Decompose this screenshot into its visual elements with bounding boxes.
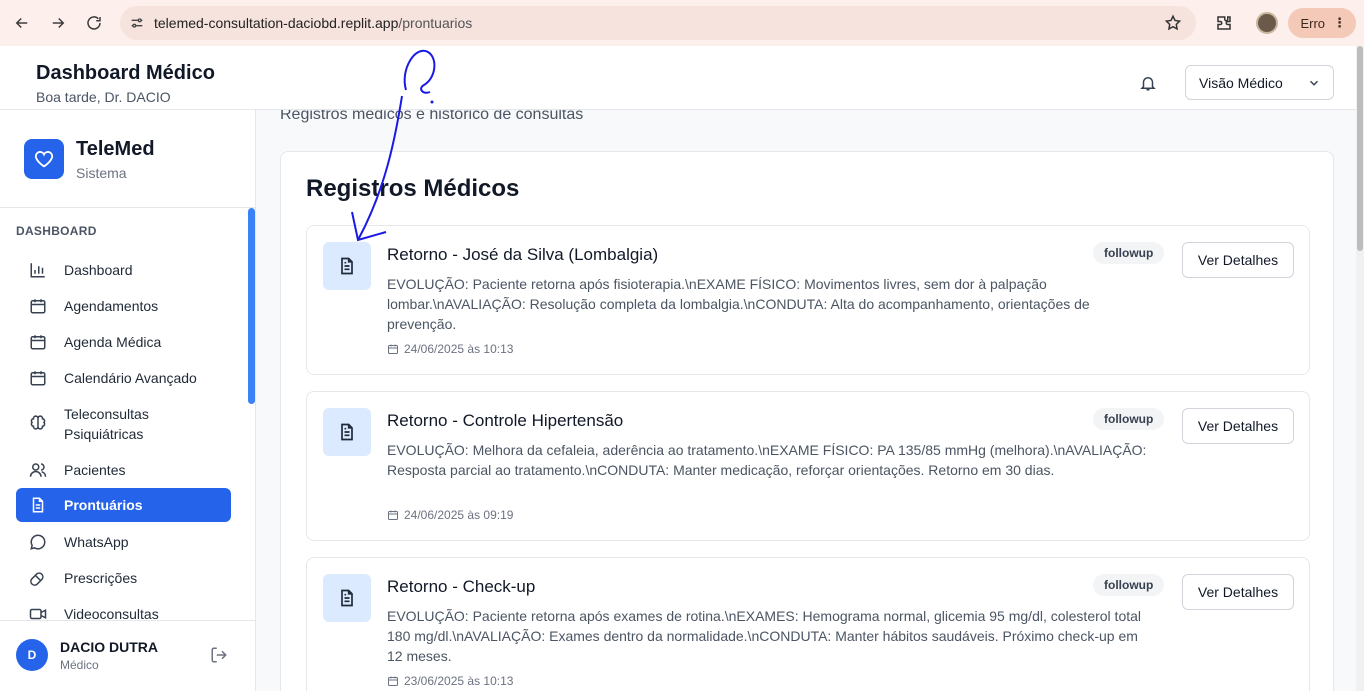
record-title: Retorno - José da Silva (Lombalgia) — [387, 245, 659, 264]
site-settings-icon[interactable] — [120, 15, 154, 31]
record-date-text: 24/06/2025 às 10:13 — [404, 342, 514, 356]
nav-section-label: DASHBOARD — [16, 224, 97, 238]
record-title: Retorno - Check-up — [387, 577, 536, 596]
record-date: 24/06/2025 às 10:13 — [387, 342, 513, 356]
sidebar-item-prontuarios[interactable]: Prontuários — [16, 488, 231, 522]
status-badge: followup — [1093, 242, 1165, 264]
record-description: EVOLUÇÃO: Paciente retorna após exames d… — [387, 608, 1142, 664]
profile-error-button[interactable]: Erro ⋮ — [1288, 8, 1356, 38]
record-item: Retorno - José da Silva (Lombalgia) EVOL… — [306, 225, 1310, 375]
sidebar-item-label: Agendamentos — [64, 298, 159, 314]
view-details-button[interactable]: Ver Detalhes — [1182, 242, 1294, 278]
document-icon — [323, 242, 371, 290]
back-icon[interactable] — [4, 5, 40, 41]
extensions-icon[interactable] — [1206, 14, 1242, 32]
app-header-overlay: Dashboard Médico Boa tarde, Dr. DACIO Vi… — [0, 46, 1356, 110]
document-icon — [323, 408, 371, 456]
sidebar-scrollbar[interactable] — [248, 208, 255, 404]
view-select[interactable]: Visão Médico — [1185, 65, 1334, 100]
reload-icon[interactable] — [76, 5, 112, 41]
calendar-icon — [387, 343, 399, 355]
brain-icon — [28, 414, 48, 434]
avatar: D — [16, 639, 48, 671]
sidebar-item-label: Prescrições — [64, 570, 138, 586]
record-date: 24/06/2025 às 09:19 — [387, 508, 513, 522]
file-icon — [28, 495, 48, 515]
sidebar-item-agenda-medica[interactable]: Agenda Médica — [16, 325, 231, 359]
user-role: Médico — [60, 658, 99, 672]
record-date-text: 23/06/2025 às 10:13 — [404, 674, 514, 688]
sidebar: TeleMed Sistema DASHBOARD Dashboard Agen… — [0, 110, 256, 691]
record-item: Retorno - Controle Hipertensão EVOLUÇÃO:… — [306, 391, 1310, 541]
url-text: telemed-consultation-daciobd.replit.app/… — [154, 15, 473, 31]
sidebar-item-prescricoes[interactable]: Prescrições — [16, 561, 231, 595]
profile-avatar[interactable] — [1256, 12, 1279, 34]
brand-name: TeleMed — [76, 138, 155, 160]
sidebar-item-label: Pacientes — [64, 462, 126, 478]
sidebar-item-label: WhatsApp — [64, 534, 129, 550]
user-box: D DACIO DUTRA Médico — [0, 620, 255, 691]
page-scrollbar[interactable] — [1356, 46, 1364, 691]
menu-dots-icon: ⋮ — [1333, 15, 1346, 30]
view-details-button[interactable]: Ver Detalhes — [1182, 408, 1294, 444]
status-badge: followup — [1093, 408, 1165, 430]
calendar-icon — [28, 368, 48, 388]
status-badge: followup — [1093, 574, 1165, 596]
sidebar-item-dashboard[interactable]: Dashboard — [16, 253, 231, 287]
browser-toolbar: telemed-consultation-daciobd.replit.app/… — [0, 0, 1364, 46]
record-description: EVOLUÇÃO: Paciente retorna após fisioter… — [387, 276, 1090, 332]
sidebar-item-label: Prontuários — [64, 497, 143, 513]
records-card: Registros Médicos Retorno - José da Silv… — [280, 151, 1334, 691]
chevron-down-icon — [1307, 76, 1321, 93]
message-circle-icon — [28, 532, 48, 552]
calendar-icon — [28, 296, 48, 316]
bar-chart-icon — [28, 260, 48, 280]
record-date-text: 24/06/2025 às 09:19 — [404, 508, 514, 522]
brand: TeleMed Sistema — [0, 110, 255, 208]
calendar-icon — [387, 675, 399, 687]
sidebar-item-teleconsultas-psiquiatricas[interactable]: Teleconsultas Psiquiátricas — [16, 402, 231, 446]
sidebar-item-pacientes[interactable]: Pacientes — [16, 453, 231, 487]
notifications-bell-icon[interactable] — [1139, 74, 1157, 97]
record-item: Retorno - Check-up EVOLUÇÃO: Paciente re… — [306, 557, 1310, 691]
record-title: Retorno - Controle Hipertensão — [387, 411, 624, 430]
greeting: Boa tarde, Dr. DACIO — [36, 89, 171, 105]
pill-icon — [28, 568, 48, 588]
document-icon — [323, 574, 371, 622]
brand-subtitle: Sistema — [76, 165, 127, 181]
record-description: EVOLUÇÃO: Melhora da cefaleia, aderência… — [387, 442, 1147, 478]
page-title: Dashboard Médico — [36, 62, 215, 84]
profile-error-label: Erro — [1300, 15, 1325, 31]
page-scrollbar-thumb[interactable] — [1357, 46, 1363, 251]
heart-icon — [24, 139, 64, 179]
sidebar-item-label: Agenda Médica — [64, 334, 162, 350]
address-bar[interactable]: telemed-consultation-daciobd.replit.app/… — [120, 6, 1196, 40]
calendar-icon — [28, 332, 48, 352]
calendar-icon — [387, 509, 399, 521]
logout-icon[interactable] — [210, 646, 228, 669]
record-date: 23/06/2025 às 10:13 — [387, 674, 513, 688]
users-icon — [28, 460, 48, 480]
card-title: Registros Médicos — [306, 175, 520, 202]
bookmark-star-icon[interactable] — [1164, 14, 1182, 37]
user-name: DACIO DUTRA — [60, 639, 158, 655]
sidebar-item-label: Teleconsultas Psiquiátricas — [64, 406, 149, 442]
sidebar-item-calendario-avancado[interactable]: Calendário Avançado — [16, 361, 231, 395]
forward-icon[interactable] — [40, 5, 76, 41]
sidebar-item-whatsapp[interactable]: WhatsApp — [16, 525, 231, 559]
view-details-button[interactable]: Ver Detalhes — [1182, 574, 1294, 610]
sidebar-item-label: Calendário Avançado — [64, 370, 197, 386]
sidebar-item-label: Dashboard — [64, 262, 133, 278]
view-select-value: Visão Médico — [1199, 74, 1283, 91]
sidebar-item-agendamentos[interactable]: Agendamentos — [16, 289, 231, 323]
